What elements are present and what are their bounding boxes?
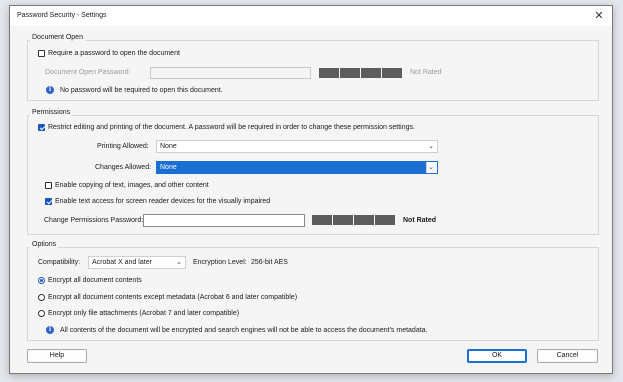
encrypt-except-metadata-radio[interactable] [38, 294, 45, 301]
changes-allowed-value: None [160, 164, 177, 171]
enable-copying-checkbox[interactable] [45, 182, 52, 189]
info-icon: i [46, 326, 54, 334]
restrict-editing-checkbox[interactable] [38, 124, 45, 131]
chevron-down-icon: ⌄ [176, 259, 182, 266]
change-permissions-password-input[interactable] [143, 214, 305, 227]
encrypt-all-label: Encrypt all document contents [48, 277, 142, 284]
encryption-level-value: 256-bit AES [251, 259, 288, 266]
encrypt-all-radio[interactable] [38, 277, 45, 284]
screen-reader-label: Enable text access for screen reader dev… [55, 198, 271, 205]
document-open-password-label: Document Open Password: [45, 69, 131, 76]
open-password-info-text: No password will be required to open thi… [60, 87, 223, 94]
document-open-legend: Document Open [30, 34, 85, 41]
compatibility-value: Acrobat X and later [92, 259, 152, 266]
encrypt-attachments-label: Encrypt only file attachments (Acrobat 7… [48, 310, 240, 317]
restrict-editing-label: Restrict editing and printing of the doc… [48, 124, 415, 131]
options-legend: Options [30, 241, 59, 248]
open-password-strength-meter [319, 68, 402, 78]
compatibility-dropdown[interactable]: Acrobat X and later ⌄ [88, 256, 186, 269]
encrypt-attachments-radio[interactable] [38, 310, 45, 317]
window-title: Password Security - Settings [17, 12, 107, 19]
help-button[interactable]: Help [27, 349, 87, 363]
printing-allowed-dropdown[interactable]: None ⌄ [156, 140, 438, 153]
cancel-button[interactable]: Cancel [537, 349, 598, 363]
compatibility-label: Compatibility: [38, 259, 81, 266]
require-password-label: Require a password to open the document [48, 50, 180, 57]
ok-button[interactable]: OK [467, 349, 527, 363]
enable-copying-label: Enable copying of text, images, and othe… [55, 182, 209, 189]
options-info-text: All contents of the document will be enc… [60, 327, 428, 334]
permissions-legend: Permissions [30, 109, 73, 116]
info-icon: i [46, 86, 54, 94]
screen-reader-checkbox[interactable] [45, 198, 52, 205]
document-open-password-input [150, 67, 311, 79]
password-security-dialog: Password Security - Settings ✕ Document … [9, 5, 613, 374]
changes-allowed-label: Changes Allowed: [95, 164, 152, 171]
permissions-password-strength-label: Not Rated [403, 217, 437, 224]
open-password-strength-label: Not Rated [410, 69, 442, 76]
changes-allowed-dropdown[interactable]: None ⌄ [156, 161, 438, 174]
printing-allowed-value: None [160, 143, 177, 150]
require-password-checkbox[interactable] [38, 50, 45, 57]
title-bar: Password Security - Settings ✕ [10, 6, 612, 26]
chevron-down-icon: ⌄ [428, 164, 434, 171]
encrypt-except-metadata-label: Encrypt all document contents except met… [48, 294, 298, 301]
change-permissions-password-label: Change Permissions Password: [44, 217, 144, 224]
encryption-level-label: Encryption Level: [193, 259, 247, 266]
printing-allowed-label: Printing Allowed: [97, 143, 149, 150]
permissions-password-strength-meter [312, 215, 395, 225]
chevron-down-icon: ⌄ [428, 143, 434, 150]
close-icon[interactable]: ✕ [592, 9, 606, 23]
